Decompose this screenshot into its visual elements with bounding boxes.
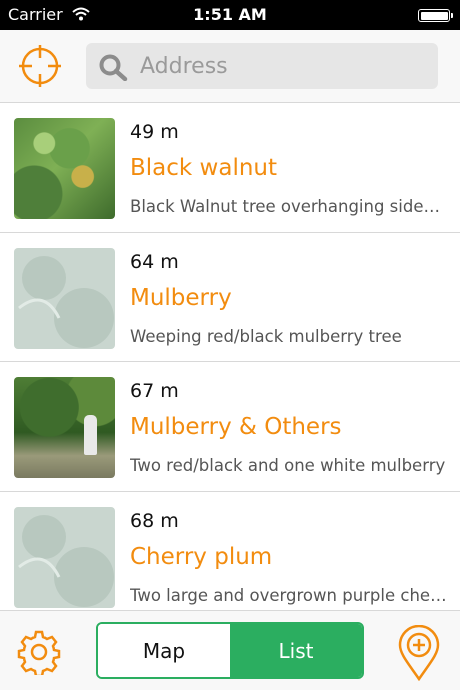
- search-icon: [99, 54, 128, 81]
- item-description: Weeping red/black mulberry tree: [130, 326, 402, 346]
- result-list[interactable]: 49 m Black walnut Black Walnut tree over…: [0, 103, 460, 610]
- battery-icon: [418, 9, 453, 22]
- map-tab[interactable]: Map: [98, 624, 230, 677]
- item-thumbnail-placeholder: [14, 247, 115, 349]
- list-tab[interactable]: List: [230, 624, 362, 677]
- gear-icon[interactable]: [16, 629, 62, 675]
- view-toggle[interactable]: Map List: [96, 622, 364, 679]
- item-distance: 64 m: [130, 250, 179, 273]
- search-input[interactable]: [140, 43, 430, 89]
- item-thumbnail: [14, 377, 115, 478]
- item-distance: 49 m: [130, 121, 179, 143]
- item-name: Black walnut: [130, 155, 278, 181]
- item-description: Black Walnut tree overhanging sidewalk: [130, 197, 448, 216]
- bottom-bar: Map List: [0, 610, 460, 690]
- item-description: Two large and overgrown purple cherry pl…: [130, 585, 448, 605]
- status-bar: Carrier 1:51 AM: [0, 0, 460, 30]
- list-item[interactable]: 64 m Mulberry Weeping red/black mulberry…: [0, 233, 460, 362]
- list-item[interactable]: 67 m Mulberry & Others Two red/black and…: [0, 362, 460, 492]
- list-item[interactable]: 49 m Black walnut Black Walnut tree over…: [0, 103, 460, 233]
- item-description: Two red/black and one white mulberry: [130, 456, 446, 475]
- crosshair-icon[interactable]: [18, 44, 62, 88]
- list-item[interactable]: 68 m Cherry plum Two large and overgrown…: [0, 492, 460, 611]
- item-name: Cherry plum: [130, 543, 273, 570]
- item-name: Mulberry & Others: [130, 414, 342, 440]
- search-bar: [0, 30, 460, 103]
- item-name: Mulberry: [130, 284, 232, 311]
- item-thumbnail: [14, 118, 115, 219]
- item-distance: 67 m: [130, 380, 179, 402]
- item-thumbnail-placeholder: [14, 506, 115, 608]
- clock: 1:51 AM: [193, 5, 267, 24]
- item-distance: 68 m: [130, 509, 179, 532]
- add-location-icon[interactable]: [398, 625, 440, 681]
- search-field[interactable]: [86, 43, 438, 89]
